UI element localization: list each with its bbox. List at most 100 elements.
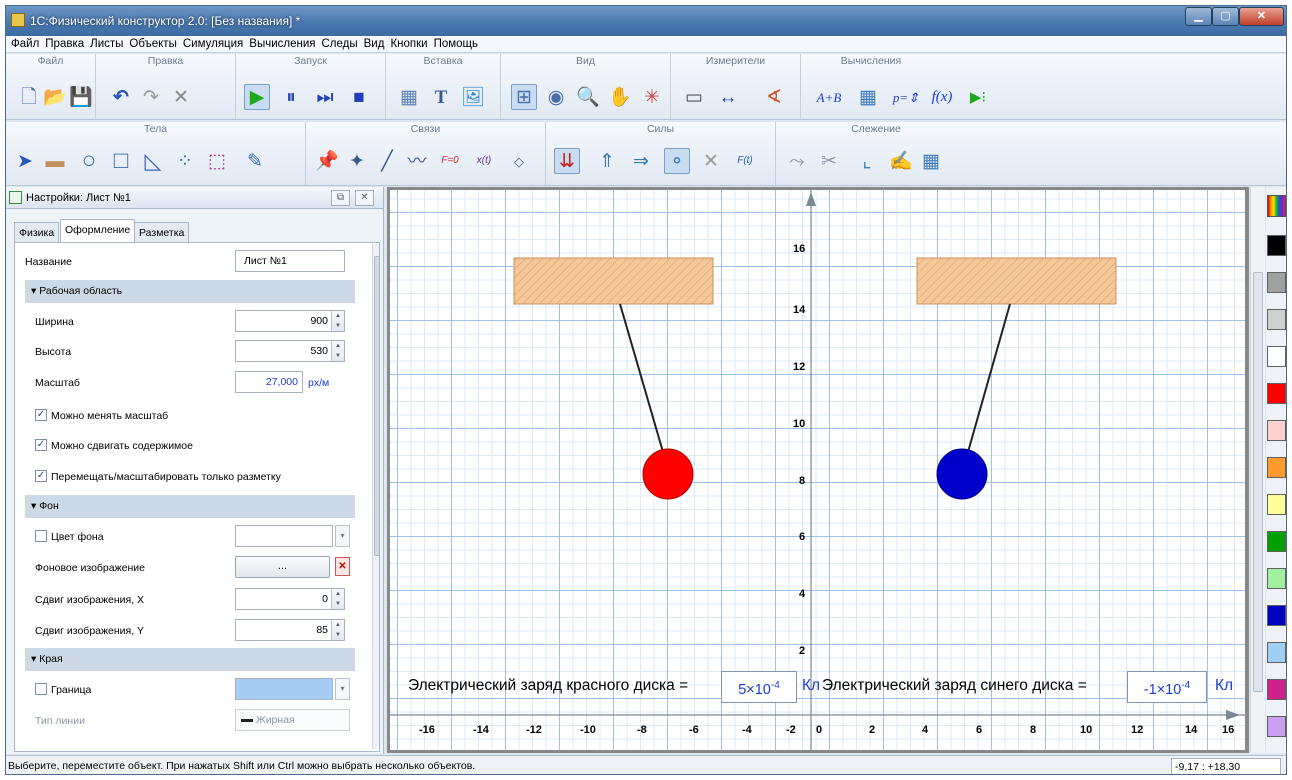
right-thread[interactable] <box>967 303 1011 453</box>
canvas-scrollbar[interactable] <box>1250 187 1265 753</box>
color-swatch[interactable] <box>1267 346 1286 367</box>
select-arrow-icon[interactable]: ➤ <box>12 148 38 174</box>
menu-calculations[interactable]: Вычисления <box>246 38 318 50</box>
blue-charge-field[interactable]: -1×10-4 <box>1127 671 1207 703</box>
border-checkbox[interactable] <box>35 683 47 695</box>
rod-icon[interactable]: ╱ <box>374 148 400 174</box>
rectangle-body-icon[interactable]: □ <box>108 148 134 174</box>
run-if-icon[interactable]: ▶⁝ <box>961 84 995 110</box>
pause-icon[interactable]: ⏸ <box>278 84 304 110</box>
color-swatch[interactable] <box>1267 679 1286 700</box>
insert-grid-icon[interactable]: ▦ <box>396 84 422 110</box>
circle-body-icon[interactable]: ○ <box>76 148 102 174</box>
red-charge-field[interactable]: 5×10-4 <box>721 671 797 703</box>
border-color-dropdown[interactable]: ▾ <box>335 678 350 700</box>
offset-y-field[interactable]: 85 ▲ ▼ <box>235 619 345 641</box>
table-icon[interactable]: ▦ <box>918 148 944 174</box>
point-link-icon[interactable]: ◇ <box>506 148 532 174</box>
formula-icon[interactable]: A+B <box>809 84 849 110</box>
color-swatch[interactable] <box>1267 383 1286 404</box>
menu-objects[interactable]: Объекты <box>126 38 179 50</box>
color-swatch[interactable] <box>1267 605 1286 626</box>
panel-float-button[interactable]: ⧉ <box>331 190 350 206</box>
can-zoom-checkbox[interactable]: ✓ <box>35 409 47 421</box>
color-swatch[interactable] <box>1267 531 1286 552</box>
color-swatch[interactable] <box>1267 568 1286 589</box>
tab-markup[interactable]: Разметка <box>134 222 190 242</box>
color-swatch[interactable] <box>1267 309 1286 330</box>
panel-scrollbar[interactable] <box>372 244 379 749</box>
function-icon[interactable]: f(x) <box>925 84 959 110</box>
height-field[interactable]: 530 ▲ ▼ <box>235 340 345 362</box>
tab-physics[interactable]: Физика <box>14 222 60 242</box>
stop-icon[interactable]: ■ <box>346 84 372 110</box>
section-workspace[interactable]: ▾ Рабочая область <box>25 280 355 303</box>
calculator-icon[interactable]: ▦ <box>855 84 881 110</box>
eye-icon[interactable]: ◉ <box>543 84 569 110</box>
color-swatch[interactable] <box>1267 272 1286 293</box>
offset-x-spinner[interactable]: ▲ ▼ <box>331 589 344 609</box>
blue-disk[interactable] <box>936 448 988 500</box>
color-swatch[interactable] <box>1267 642 1286 663</box>
edit-body-icon[interactable]: ✎ <box>242 148 268 174</box>
bg-color-checkbox[interactable] <box>35 530 47 542</box>
redo-icon[interactable]: ↷ <box>138 84 164 110</box>
scale-field[interactable]: 27,000 <box>235 371 303 393</box>
rainbow-picker-icon[interactable] <box>1267 195 1286 217</box>
axes-grid-icon[interactable]: ⊞ <box>511 84 537 110</box>
new-file-icon[interactable]: 🗋 <box>16 84 42 110</box>
menu-simulation[interactable]: Симуляция <box>180 38 246 50</box>
hand-pan-icon[interactable]: ✋ <box>607 84 633 110</box>
pin-icon[interactable]: 📌 <box>314 148 340 174</box>
electric-force-icon[interactable]: ⚬ <box>664 148 690 174</box>
name-field[interactable]: Лист №1 <box>235 250 345 272</box>
magnetic-force-icon[interactable]: ✕ <box>698 148 724 174</box>
canvas-scroll-thumb[interactable] <box>1253 272 1263 692</box>
section-edges[interactable]: ▾ Края <box>25 648 355 671</box>
color-swatch[interactable] <box>1267 494 1286 515</box>
menu-buttons[interactable]: Кнопки <box>387 38 430 50</box>
spring-icon[interactable]: 〰 <box>404 148 430 174</box>
zoom-icon[interactable]: 🔍 <box>575 84 601 110</box>
panel-scroll-thumb[interactable] <box>374 256 379 556</box>
delete-icon[interactable]: ✕ <box>168 84 194 110</box>
surface-icon[interactable]: ▬ <box>42 148 68 174</box>
menu-sheets[interactable]: Листы <box>87 38 126 50</box>
markup-only-checkbox[interactable]: ✓ <box>35 470 47 482</box>
push-force-icon[interactable]: ⇒ <box>628 148 654 174</box>
distance-icon[interactable]: ↔ <box>715 84 741 110</box>
erase-trace-icon[interactable]: ✂ <box>816 148 842 174</box>
maximize-button[interactable]: ▢ <box>1212 7 1239 26</box>
triangle-body-icon[interactable]: ◺ <box>140 148 166 174</box>
custom-force-icon[interactable]: F(t) <box>732 148 758 174</box>
graph-edit-icon[interactable]: ✍ <box>888 148 914 174</box>
undo-icon[interactable]: ↶ <box>108 84 134 110</box>
particles-icon[interactable]: ⁘ <box>172 148 198 174</box>
ruler-icon[interactable]: ▭ <box>681 84 707 110</box>
section-background[interactable]: ▾ Фон <box>25 495 355 518</box>
buoyancy-icon[interactable]: ⇑ <box>594 148 620 174</box>
panel-close-button[interactable]: ✕ <box>355 190 374 206</box>
right-ceiling[interactable] <box>916 257 1117 305</box>
simulation-canvas[interactable]: 16 14 12 10 8 6 4 2 -16 -14 -12 -10 -8 -… <box>390 190 1245 750</box>
color-swatch[interactable] <box>1267 457 1286 478</box>
left-ceiling[interactable] <box>513 257 714 305</box>
parameter-icon[interactable]: p=⇕ <box>889 84 923 110</box>
step-icon[interactable]: ⏭ <box>312 84 338 110</box>
hinge-icon[interactable]: ✦ <box>344 148 370 174</box>
tab-appearance[interactable]: Оформление <box>60 219 136 243</box>
gravity-field-icon[interactable]: ⇊ <box>554 148 580 174</box>
menu-help[interactable]: Помощь <box>431 38 481 50</box>
bg-color-field[interactable] <box>235 525 333 547</box>
xt-yt-icon[interactable]: x(t) <box>468 148 500 174</box>
force-zero-icon[interactable]: F=0 <box>434 148 466 174</box>
width-spinner[interactable]: ▲ ▼ <box>331 311 344 331</box>
polygon-icon[interactable]: ⬚ <box>204 148 230 174</box>
bg-image-button[interactable]: ... <box>235 556 330 578</box>
left-thread[interactable] <box>619 303 664 453</box>
border-color-field[interactable] <box>235 678 333 700</box>
menu-traces[interactable]: Следы <box>319 38 361 50</box>
line-type-select[interactable]: Жирная <box>235 709 350 731</box>
menu-file[interactable]: Файл <box>8 38 42 50</box>
color-swatch[interactable] <box>1267 235 1286 256</box>
